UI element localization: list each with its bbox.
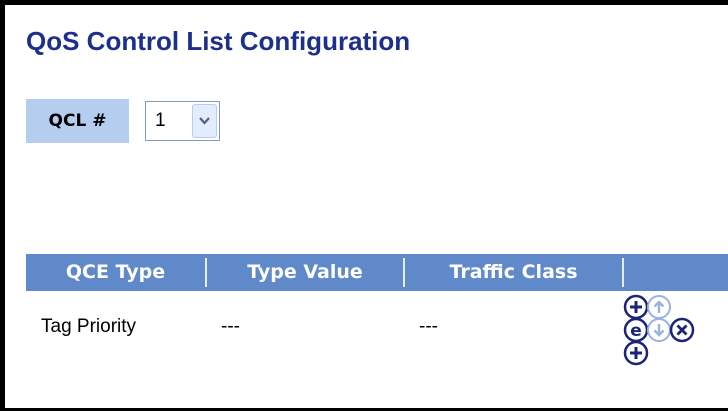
- insert-after-button[interactable]: [623, 340, 649, 366]
- cell-traffic-class: ---: [419, 316, 438, 337]
- chevron-down-icon[interactable]: [192, 104, 217, 138]
- cell-qce-type: Tag Priority: [41, 316, 137, 337]
- column-header-actions: [624, 254, 728, 291]
- column-header-qce-type: QCE Type: [65, 261, 166, 283]
- content-frame: [0, 0, 728, 411]
- x-circle-icon: [669, 317, 695, 343]
- column-header-traffic-class: Traffic Class: [449, 261, 578, 283]
- page-title: QoS Control List Configuration: [26, 26, 411, 56]
- cell-type-value: ---: [221, 316, 240, 337]
- qcl-select[interactable]: 1: [145, 101, 220, 141]
- delete-button[interactable]: [669, 317, 695, 343]
- qcl-selected-value: 1: [155, 110, 166, 131]
- svg-text:e: e: [630, 321, 642, 341]
- column-header-type-value: Type Value: [247, 261, 363, 283]
- plus-circle-icon: [623, 340, 649, 366]
- qcl-label: QCL #: [26, 99, 129, 143]
- table-header: QCE Type Type Value Traffic Class: [26, 254, 728, 291]
